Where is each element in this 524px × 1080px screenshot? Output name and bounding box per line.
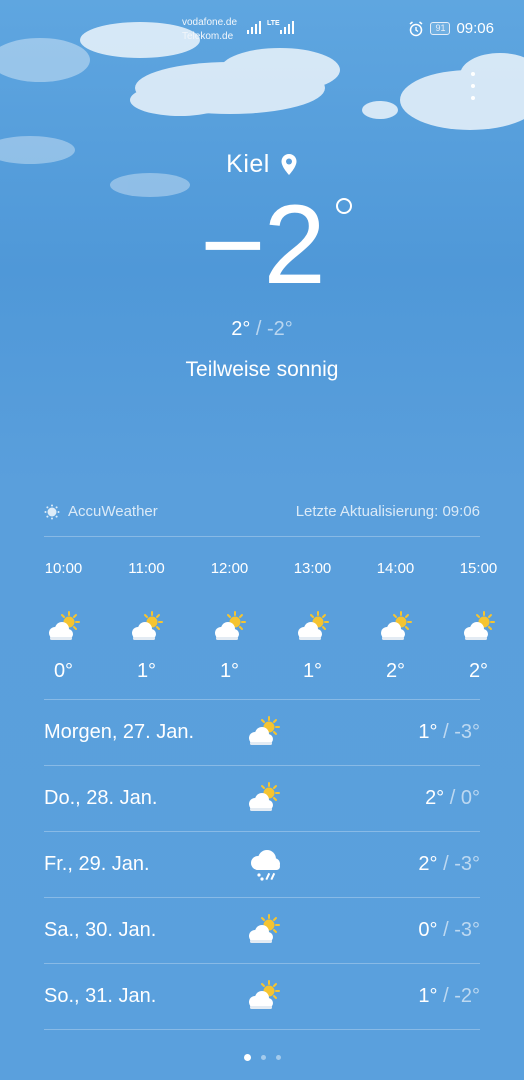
page-dot[interactable] <box>260 1055 266 1060</box>
day-temperatures: 0° / -3° <box>418 919 480 942</box>
page-indicator <box>0 1054 524 1061</box>
day-high: 2° <box>425 787 445 809</box>
hourly-item: 14:00 2° <box>354 556 437 683</box>
hourly-item: 15:00 2° <box>437 556 520 683</box>
day-low: -2° <box>454 985 480 1007</box>
day-label: Sa., 30. Jan. <box>44 919 157 941</box>
daily-forecast: Morgen, 27. Jan. 1° / -3° Do., 28. Jan. <box>44 700 480 1030</box>
day-label: Do., 28. Jan. <box>44 787 158 809</box>
hourly-item: 11:00 1° <box>105 556 188 683</box>
city-name[interactable]: Kiel <box>226 150 270 179</box>
degree-symbol <box>336 198 352 214</box>
day-separator: / <box>449 787 456 809</box>
status-right: 91 09:06 <box>408 20 494 37</box>
partly-sunny-icon <box>246 913 282 954</box>
alarm-icon <box>409 20 423 36</box>
signal-icon-2 <box>280 21 294 34</box>
day-label: Fr., 29. Jan. <box>44 853 150 875</box>
day-separator: / <box>443 721 449 743</box>
day-low: -3° <box>454 853 480 875</box>
hour-temperature: 1° <box>136 660 157 682</box>
hilo-separator: / <box>255 318 262 340</box>
last-updated: Letzte Aktualisierung: 09:06 <box>295 503 480 520</box>
provider-name: AccuWeather <box>68 503 158 520</box>
partly-sunny-icon <box>246 781 282 822</box>
hour-time: 15:00 <box>459 560 498 577</box>
hour-temperature: 2° <box>385 660 406 682</box>
more-options-icon[interactable] <box>470 72 476 100</box>
signal-icon <box>247 21 261 34</box>
day-label: Morgen, 27. Jan. <box>44 721 195 743</box>
provider-row: AccuWeather Letzte Aktualisierung: 09:06 <box>44 503 480 520</box>
hour-time: 14:00 <box>376 560 415 577</box>
partly-sunny-icon <box>129 610 165 646</box>
high-low-today: 2° / -2° <box>0 318 524 341</box>
hour-temperature: 1° <box>302 660 323 682</box>
daily-row[interactable]: Sa., 30. Jan. 0° / -3° <box>44 898 480 964</box>
hourly-item: 10:00 0° <box>22 556 105 683</box>
daily-row[interactable]: Morgen, 27. Jan. 1° / -3° <box>44 700 480 766</box>
location-header: Kiel <box>0 150 524 179</box>
location-pin-icon <box>281 153 297 175</box>
partly-sunny-icon <box>246 979 282 1020</box>
day-high: 2° <box>418 853 438 875</box>
daily-row[interactable]: Do., 28. Jan. 2° / 0° <box>44 766 480 832</box>
partly-sunny-icon <box>461 610 497 646</box>
daily-row[interactable]: Fr., 29. Jan. 2° / -3° <box>44 832 480 898</box>
day-separator: / <box>443 919 449 941</box>
day-high: 1° <box>418 985 438 1007</box>
partly-sunny-icon <box>212 610 248 646</box>
partly-sunny-icon <box>378 610 414 646</box>
today-high: 2° <box>231 318 251 340</box>
day-temperatures: 2° / 0° <box>425 787 480 810</box>
carrier-2: Telekom.de <box>182 31 234 42</box>
hour-temperature: 1° <box>219 660 240 682</box>
day-temperatures: 1° / -3° <box>418 721 480 744</box>
day-high: 0° <box>418 919 438 941</box>
day-low: -3° <box>454 721 480 743</box>
hour-temperature: 2° <box>468 660 489 682</box>
clock: 09:06 <box>456 20 494 37</box>
day-separator: / <box>443 985 449 1007</box>
daily-row[interactable]: So., 31. Jan. 1° / -2° <box>44 964 480 1030</box>
day-temperatures: 2° / -3° <box>418 853 480 876</box>
day-low: -3° <box>454 919 480 941</box>
day-temperatures: 1° / -2° <box>418 985 480 1008</box>
day-high: 1° <box>418 721 438 743</box>
weather-condition: Teilweise sonnig <box>185 358 339 381</box>
carrier-1: vodafone.de <box>182 17 238 28</box>
partly-sunny-icon <box>46 610 82 646</box>
battery-indicator: 91 <box>430 22 451 35</box>
page-dot[interactable] <box>275 1055 281 1060</box>
current-temperature: −2 <box>200 182 326 307</box>
carrier-info: vodafone.de Telekom.de <box>182 16 237 44</box>
day-separator: / <box>443 853 449 875</box>
snow-sleet-icon <box>246 847 282 888</box>
hour-temperature: 0° <box>53 660 74 682</box>
hour-time: 10:00 <box>44 560 83 577</box>
day-low: 0° <box>460 787 480 809</box>
current-temperature-block: −2 <box>0 180 524 310</box>
divider <box>44 536 480 537</box>
page-dot[interactable] <box>243 1054 251 1061</box>
hour-time: 11:00 <box>128 560 165 577</box>
day-label: So., 31. Jan. <box>44 985 157 1007</box>
hourly-item: 12:00 1° <box>188 556 271 683</box>
today-low: -2° <box>267 318 293 340</box>
accuweather-logo-icon <box>44 504 60 519</box>
hourly-item: 13:00 1° <box>271 556 354 683</box>
partly-sunny-icon <box>295 610 331 646</box>
partly-sunny-icon <box>246 715 282 756</box>
provider[interactable]: AccuWeather <box>44 503 158 520</box>
status-bar: vodafone.de Telekom.de LTE 91 09:06 <box>0 0 524 60</box>
hour-time: 12:00 <box>210 560 249 577</box>
hour-time: 13:00 <box>293 560 332 577</box>
network-type: LTE <box>267 20 280 27</box>
hourly-forecast[interactable]: 10:00 0° 11:00 1° 12:00 1° 13:00 1° 14:0… <box>22 556 522 683</box>
